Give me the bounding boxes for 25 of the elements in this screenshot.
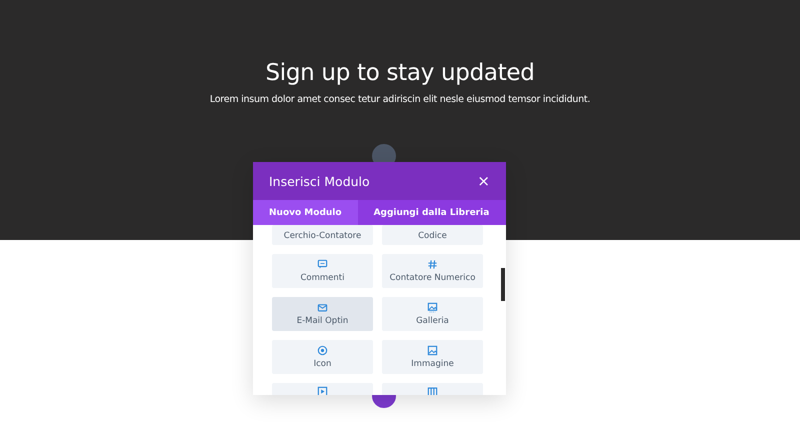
chat-bubble-icon bbox=[317, 259, 328, 270]
module-tile[interactable]: E-Mail Optin bbox=[272, 297, 373, 331]
hash-icon bbox=[427, 259, 438, 270]
module-tile[interactable] bbox=[382, 383, 483, 395]
play-icon bbox=[317, 386, 328, 395]
subtitle: Lorem insum dolor amet consec tetur adiriscin elit nesle eiusmod temsor incididunt. bbox=[210, 94, 590, 105]
module-tile[interactable]: Commenti bbox=[272, 254, 373, 288]
image-icon bbox=[427, 345, 438, 356]
module-tile[interactable] bbox=[272, 383, 373, 395]
tab[interactable]: Nuovo Modulo bbox=[253, 200, 358, 225]
module-tile[interactable]: Icon bbox=[272, 340, 373, 374]
module-tile[interactable]: Codice bbox=[382, 225, 483, 245]
envelope-icon bbox=[317, 302, 328, 313]
tab[interactable]: Aggiungi dalla Libreria bbox=[358, 200, 506, 225]
dialog-title: Inserisci Modulo bbox=[269, 174, 370, 188]
module-tile[interactable]: Immagine bbox=[382, 340, 483, 374]
module-tile[interactable]: Galleria bbox=[382, 297, 483, 331]
close-button[interactable]: × bbox=[477, 172, 490, 190]
module-tile[interactable]: Cerchio-Contatore bbox=[272, 225, 373, 245]
scrollbar[interactable] bbox=[501, 268, 505, 301]
module-tile[interactable]: Contatore Numerico bbox=[382, 254, 483, 288]
columns-icon bbox=[427, 386, 438, 395]
image-icon bbox=[427, 302, 438, 313]
target-icon bbox=[317, 345, 328, 356]
heading: Sign up to stay updated bbox=[265, 60, 535, 86]
